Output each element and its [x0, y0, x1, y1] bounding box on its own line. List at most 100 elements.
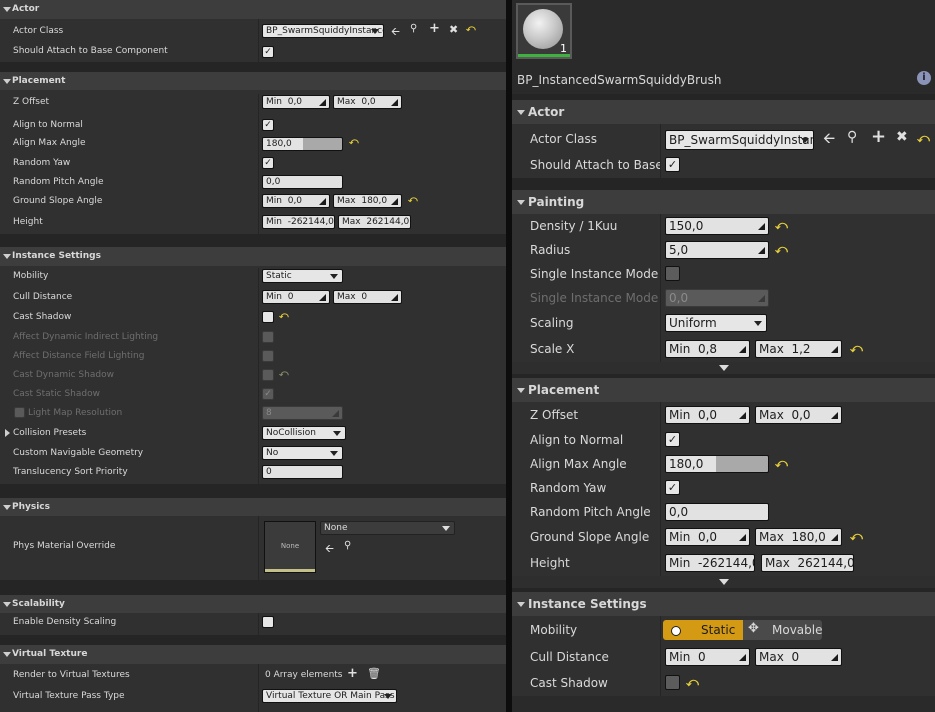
clear-x-icon[interactable]: ✖: [449, 23, 458, 36]
advanced-expander[interactable]: [512, 576, 935, 588]
add-plus-icon[interactable]: +: [871, 126, 886, 147]
ground-slope-max-field[interactable]: Max 180,0: [333, 194, 402, 208]
category-placement[interactable]: Placement: [0, 72, 506, 90]
info-icon[interactable]: i: [917, 71, 931, 85]
reset-to-default-icon[interactable]: ⤺: [775, 218, 788, 233]
mobility-static-button[interactable]: Static: [663, 620, 743, 640]
align-normal-checkbox[interactable]: ✓: [665, 432, 680, 447]
cast-shadow-checkbox[interactable]: [262, 311, 274, 323]
align-normal-checkbox[interactable]: ✓: [262, 119, 274, 131]
z-offset-min-field[interactable]: Min 0,0: [262, 95, 330, 109]
reset-to-default-icon[interactable]: ⤺: [686, 675, 699, 690]
use-selected-arrow-icon[interactable]: 🡨: [391, 23, 400, 42]
row-collision-presets[interactable]: Collision Presets NoCollision: [0, 423, 506, 444]
random-pitch-field[interactable]: 0,0: [665, 503, 769, 521]
vt-pass-type-combo[interactable]: Virtual Texture OR Main Pass: [262, 689, 397, 703]
reset-to-default-icon[interactable]: ⤺: [850, 341, 863, 356]
random-yaw-checkbox[interactable]: ✓: [262, 157, 274, 169]
expand-advanced-arrow-icon[interactable]: [719, 579, 729, 585]
category-instance-settings[interactable]: Instance Settings: [512, 592, 935, 616]
cull-min-field[interactable]: Min 0: [665, 648, 750, 666]
ground-slope-max-field[interactable]: Max 180,0: [755, 528, 842, 546]
collapse-arrow-icon[interactable]: [3, 7, 11, 12]
category-actor[interactable]: Actor: [512, 100, 935, 124]
reset-to-default-icon[interactable]: ⤺: [775, 242, 788, 257]
cast-shadow-checkbox[interactable]: [665, 675, 680, 690]
brush-thumbnail[interactable]: 1: [516, 3, 572, 59]
collapse-arrow-icon[interactable]: [3, 505, 11, 510]
ground-slope-min-field[interactable]: Min 0,0: [262, 194, 330, 208]
radius-field[interactable]: 5,0: [665, 241, 769, 259]
actor-class-combo[interactable]: BP_SwarmSquiddyInstance: [262, 24, 384, 38]
collapse-arrow-icon[interactable]: [517, 602, 525, 607]
row-translucency-sort: Translucency Sort Priority 0: [0, 464, 506, 484]
collapse-arrow-icon[interactable]: [517, 110, 525, 115]
category-physics[interactable]: Physics: [0, 498, 506, 516]
reset-to-default-icon[interactable]: ⤺: [775, 456, 788, 471]
browse-magnifier-icon[interactable]: ⚲: [344, 540, 351, 551]
use-selected-arrow-icon[interactable]: 🡨: [823, 128, 835, 153]
z-offset-max-field[interactable]: Max 0,0: [755, 406, 842, 424]
advanced-expander[interactable]: [512, 362, 935, 374]
collapse-arrow-icon[interactable]: [517, 200, 525, 205]
collision-presets-combo[interactable]: NoCollision: [262, 426, 346, 440]
use-selected-arrow-icon[interactable]: 🡨: [325, 540, 334, 559]
cull-min-field[interactable]: Min 0: [262, 290, 330, 304]
category-painting[interactable]: Painting: [512, 190, 935, 214]
clear-x-icon[interactable]: ✖: [896, 129, 908, 145]
expand-arrow-icon[interactable]: [5, 429, 10, 437]
collapse-arrow-icon[interactable]: [3, 254, 11, 259]
attach-base-checkbox[interactable]: ✓: [665, 157, 680, 172]
collapse-arrow-icon[interactable]: [3, 652, 11, 657]
z-offset-max-field[interactable]: Max 0,0: [333, 95, 402, 109]
z-offset-min-field[interactable]: Min 0,0: [665, 406, 750, 424]
ground-slope-min-field[interactable]: Min 0,0: [665, 528, 750, 546]
category-placement[interactable]: Placement: [512, 378, 935, 402]
height-max-field[interactable]: Max 262144,0: [338, 215, 411, 229]
align-max-angle-slider[interactable]: 180,0: [262, 137, 343, 151]
mobility-movable-button[interactable]: ✥ Movable: [743, 620, 822, 640]
custom-navigable-combo[interactable]: No: [262, 446, 343, 460]
align-max-angle-slider[interactable]: 180,0: [665, 455, 769, 473]
collapse-arrow-icon[interactable]: [517, 388, 525, 393]
category-actor[interactable]: Actor: [0, 0, 506, 19]
phys-material-thumbnail[interactable]: None: [264, 521, 316, 573]
browse-magnifier-icon[interactable]: ⚲: [847, 129, 857, 145]
category-instance-settings[interactable]: Instance Settings: [0, 247, 506, 266]
cast-shadow-label: Cast Shadow: [530, 676, 608, 690]
category-virtual-texture[interactable]: Virtual Texture: [0, 645, 506, 664]
mobility-combo[interactable]: Static: [262, 269, 343, 283]
random-yaw-checkbox[interactable]: ✓: [665, 480, 680, 495]
expand-advanced-arrow-icon[interactable]: [719, 365, 729, 371]
browse-magnifier-icon[interactable]: ⚲: [410, 23, 417, 34]
add-element-plus-icon[interactable]: +: [347, 666, 358, 681]
height-max-field[interactable]: Max 262144,0: [761, 554, 854, 572]
density-scaling-checkbox[interactable]: [262, 616, 274, 628]
scale-x-min-field[interactable]: Min 0,8: [665, 340, 750, 358]
single-instance-override-checkbox[interactable]: [665, 266, 680, 281]
cull-max-field[interactable]: Max 0: [755, 648, 842, 666]
delete-trash-icon[interactable]: 🗑: [367, 667, 381, 680]
row-single-instance-radius: Single Instance Mode Rad 0,0: [512, 286, 935, 310]
reset-to-default-icon[interactable]: ⤺: [466, 24, 476, 34]
reset-to-default-icon[interactable]: ⤺: [408, 195, 418, 205]
category-scalability[interactable]: Scalability: [0, 595, 506, 613]
reset-to-default-icon[interactable]: ⤺: [349, 137, 359, 147]
density-field[interactable]: 150,0: [665, 217, 769, 235]
random-pitch-field[interactable]: 0,0: [262, 175, 343, 189]
scaling-combo[interactable]: Uniform: [665, 314, 767, 332]
attach-base-checkbox[interactable]: ✓: [262, 46, 274, 58]
phys-material-combo[interactable]: None: [320, 521, 455, 535]
reset-to-default-icon[interactable]: ⤺: [279, 311, 289, 321]
collapse-arrow-icon[interactable]: [3, 602, 11, 607]
actor-class-combo[interactable]: BP_SwarmSquiddyInstanc: [665, 130, 814, 150]
reset-to-default-icon[interactable]: ⤺: [917, 131, 930, 146]
collapse-arrow-icon[interactable]: [3, 79, 11, 84]
reset-to-default-icon[interactable]: ⤺: [850, 529, 863, 544]
cull-max-field[interactable]: Max 0: [333, 290, 402, 304]
height-min-field[interactable]: Min -262144,0: [262, 215, 335, 229]
translucency-sort-field[interactable]: 0: [262, 465, 343, 479]
add-plus-icon[interactable]: +: [429, 21, 440, 36]
scale-x-max-field[interactable]: Max 1,2: [755, 340, 842, 358]
height-min-field[interactable]: Min -262144,0: [665, 554, 755, 572]
